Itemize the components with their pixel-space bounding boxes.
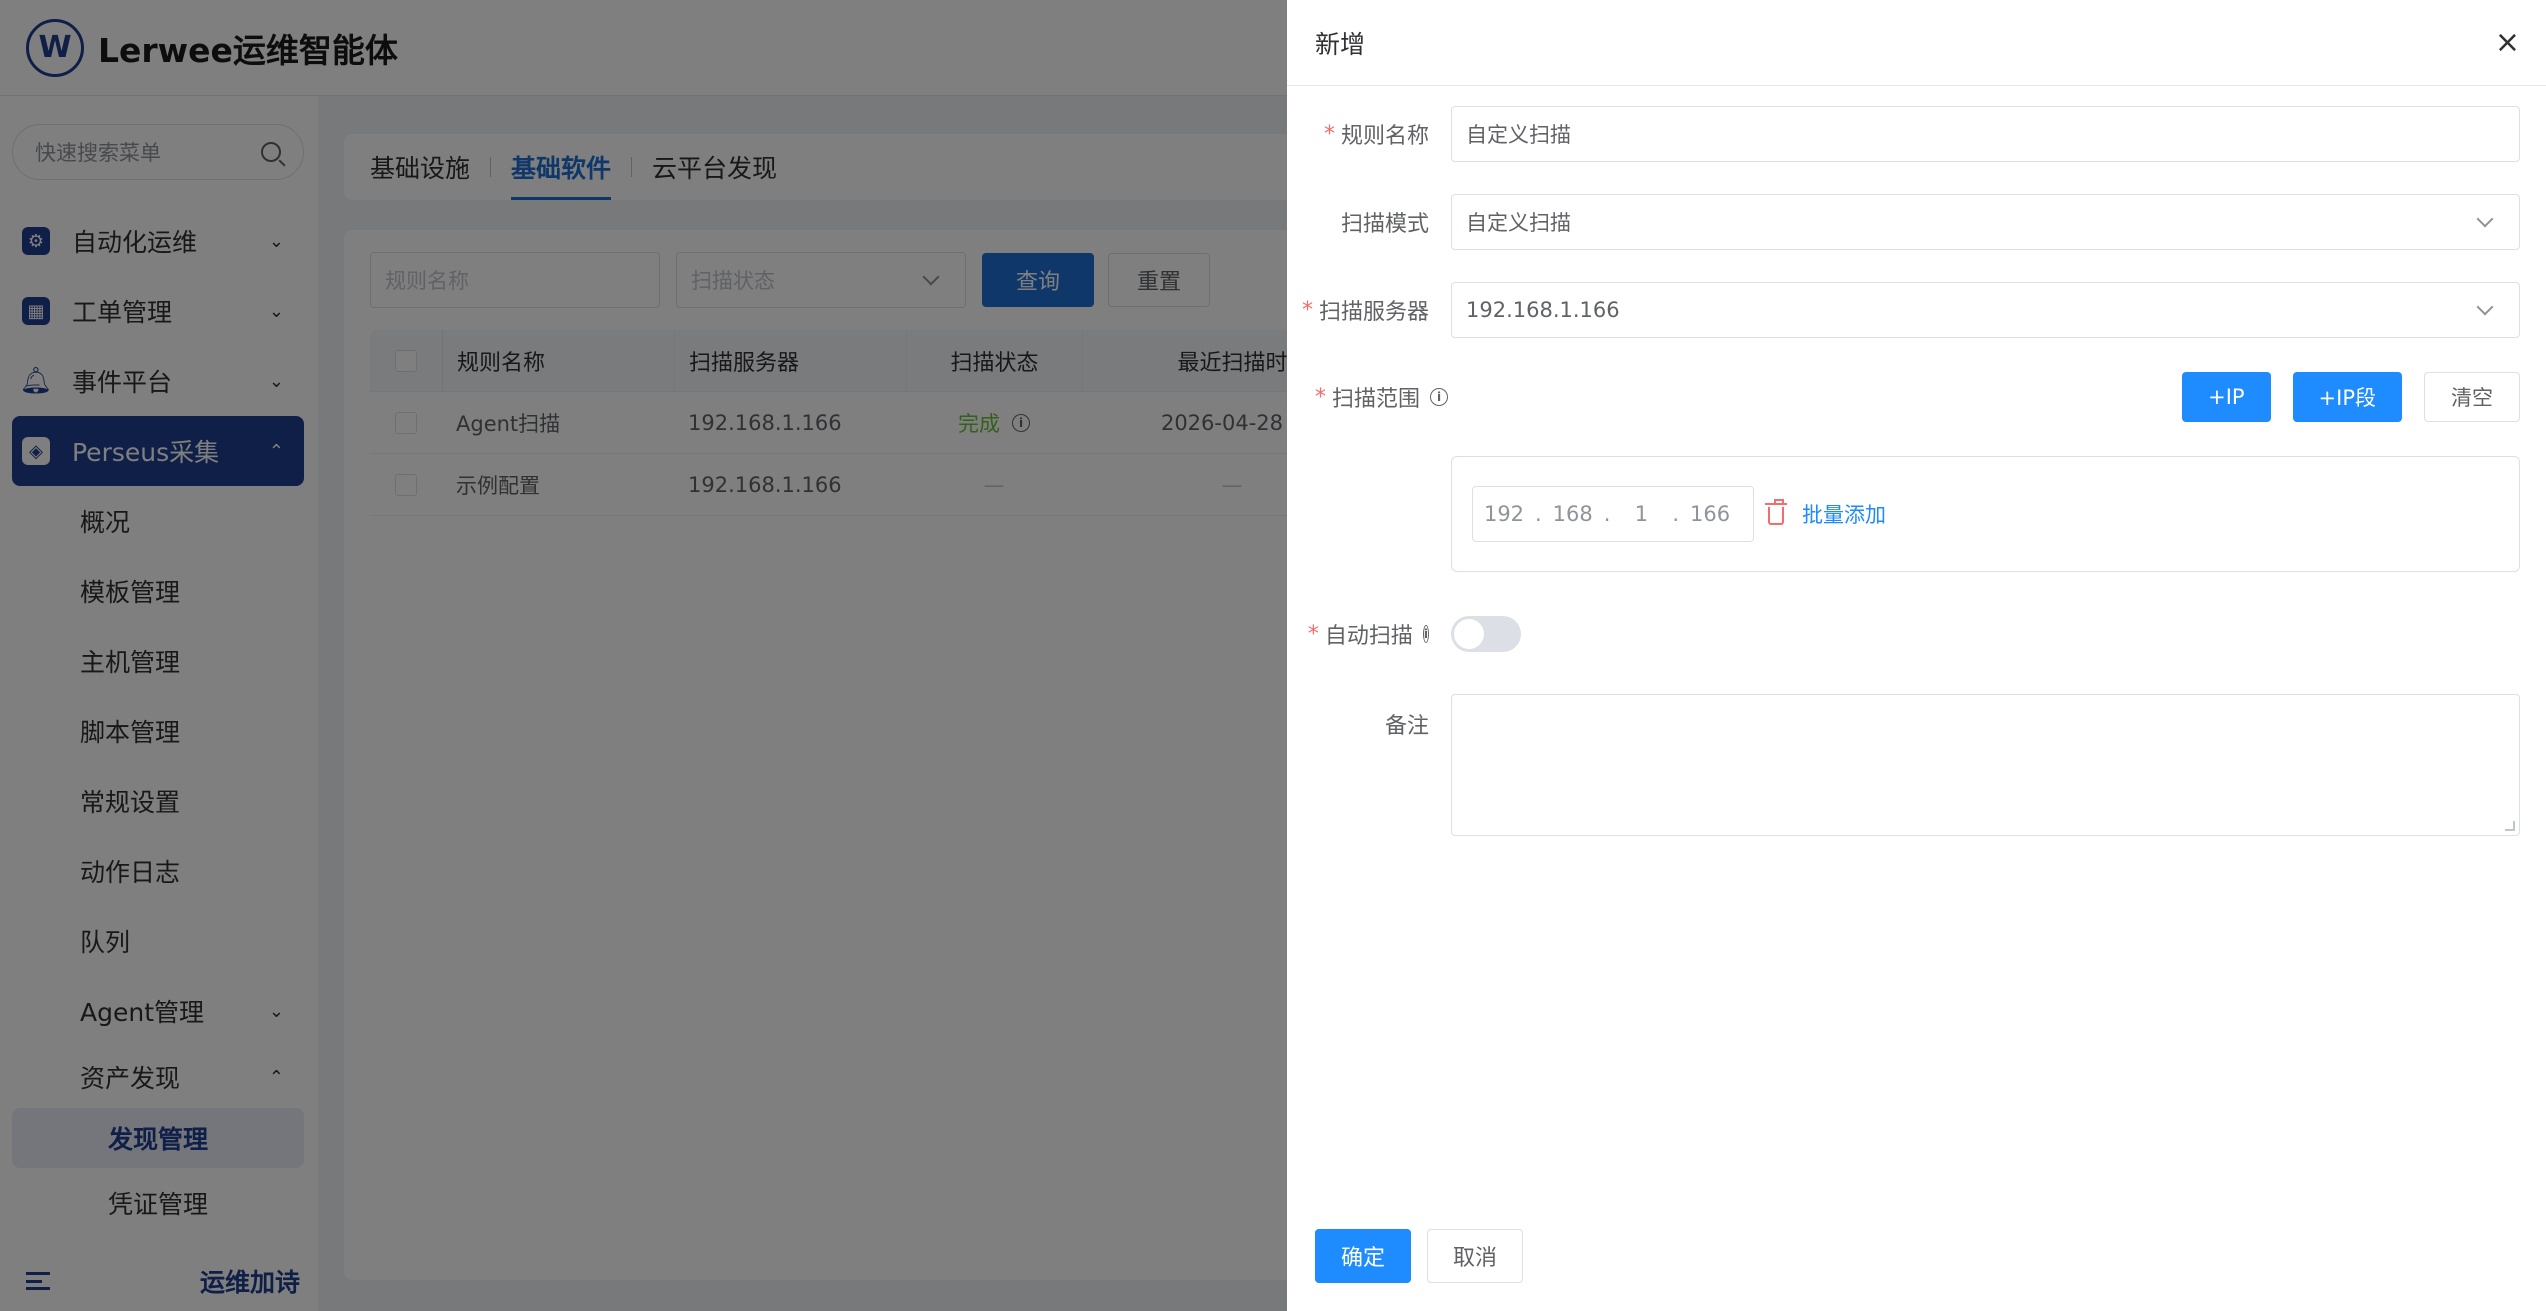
clear-button[interactable]: 清空 <box>2424 372 2520 422</box>
ip-list-label-spacer <box>1315 456 1451 572</box>
scan-mode-value: 自定义扫描 <box>1466 211 1571 235</box>
scan-server-select[interactable]: 192.168.1.166 <box>1451 282 2520 338</box>
add-ip-button[interactable]: +IP <box>2182 372 2271 422</box>
cancel-button[interactable]: 取消 <box>1427 1229 1523 1283</box>
form-row-scan-server: * 扫描服务器 192.168.1.166 <box>1302 282 2520 338</box>
remark-label: 备注 <box>1315 694 1451 836</box>
range-actions: +IP +IP段 清空 <box>1448 372 2520 422</box>
auto-scan-label: * 自动扫描 i <box>1308 616 1451 652</box>
confirm-button[interactable]: 确定 <box>1315 1229 1411 1283</box>
scan-mode-label: 扫描模式 <box>1315 194 1451 250</box>
chevron-down-icon <box>2476 298 2494 316</box>
form-row-remark: 备注 <box>1315 694 2520 836</box>
drawer-header: 新增 × <box>1287 0 2546 86</box>
field-label: 自动扫描 <box>1324 624 1413 649</box>
scan-server-value: 192.168.1.166 <box>1466 298 1620 322</box>
ip-octet-input[interactable]: 192 <box>1473 502 1535 526</box>
form-row-auto-scan: * 自动扫描 i <box>1308 616 2520 652</box>
field-label: 扫描范围 <box>1332 387 1421 412</box>
delete-ip-icon[interactable] <box>1765 499 1787 525</box>
form-row-ip-list: 192. 168. 1. 166 批量添加 <box>1315 456 2520 572</box>
add-rule-form: * 规则名称 自定义扫描 扫描模式 自定义扫描 * 扫描服务器 192.168.1.… <box>1302 106 2520 836</box>
scan-range-label: * 扫描范围 i <box>1315 372 1449 422</box>
ip-dot: . <box>1672 502 1680 526</box>
ip-list-box: 192. 168. 1. 166 批量添加 <box>1451 456 2520 572</box>
toggle-knob <box>1454 619 1484 649</box>
field-label: 扫描服务器 <box>1318 300 1429 325</box>
auto-scan-toggle[interactable] <box>1451 616 1521 652</box>
close-icon[interactable]: × <box>2495 27 2520 58</box>
ip-dot: . <box>1535 502 1542 526</box>
form-row-scan-mode: 扫描模式 自定义扫描 <box>1315 194 2520 250</box>
add-drawer: 新增 × * 规则名称 自定义扫描 扫描模式 自定义扫描 * 扫描服务器 192.1… <box>1287 0 2546 1311</box>
rule-name-label: * 规则名称 <box>1315 106 1451 162</box>
required-mark: * <box>1315 384 1326 410</box>
chevron-down-icon <box>2476 210 2494 228</box>
scan-server-label: * 扫描服务器 <box>1302 282 1451 338</box>
info-icon[interactable]: i <box>1422 625 1429 643</box>
field-label: 备注 <box>1384 714 1429 739</box>
drawer-footer: 确定 取消 <box>1315 1229 1523 1283</box>
required-mark: * <box>1307 621 1319 647</box>
ip-dot: . <box>1603 502 1611 526</box>
form-row-rule-name: * 规则名称 自定义扫描 <box>1315 106 2520 162</box>
add-ip-range-button[interactable]: +IP段 <box>2292 372 2402 422</box>
info-icon[interactable]: i <box>1430 388 1449 406</box>
form-row-scan-range: * 扫描范围 i +IP +IP段 清空 <box>1315 372 2520 422</box>
field-label: 规则名称 <box>1340 124 1429 149</box>
ip-octet-input[interactable]: 1 <box>1610 502 1672 526</box>
ip-octet-input[interactable]: 166 <box>1679 502 1741 526</box>
ip-address-input[interactable]: 192. 168. 1. 166 <box>1472 486 1754 542</box>
resize-handle[interactable] <box>2505 821 2515 831</box>
rule-name-input[interactable]: 自定义扫描 <box>1451 106 2520 162</box>
required-mark: * <box>1323 121 1335 147</box>
drawer-title: 新增 <box>1315 29 1366 59</box>
field-label: 扫描模式 <box>1340 212 1429 237</box>
required-mark: * <box>1301 297 1313 323</box>
remark-textarea[interactable] <box>1451 694 2520 836</box>
scan-mode-select[interactable]: 自定义扫描 <box>1451 194 2520 250</box>
ip-octet-input[interactable]: 168 <box>1542 502 1604 526</box>
batch-add-link[interactable]: 批量添加 <box>1802 499 1886 529</box>
